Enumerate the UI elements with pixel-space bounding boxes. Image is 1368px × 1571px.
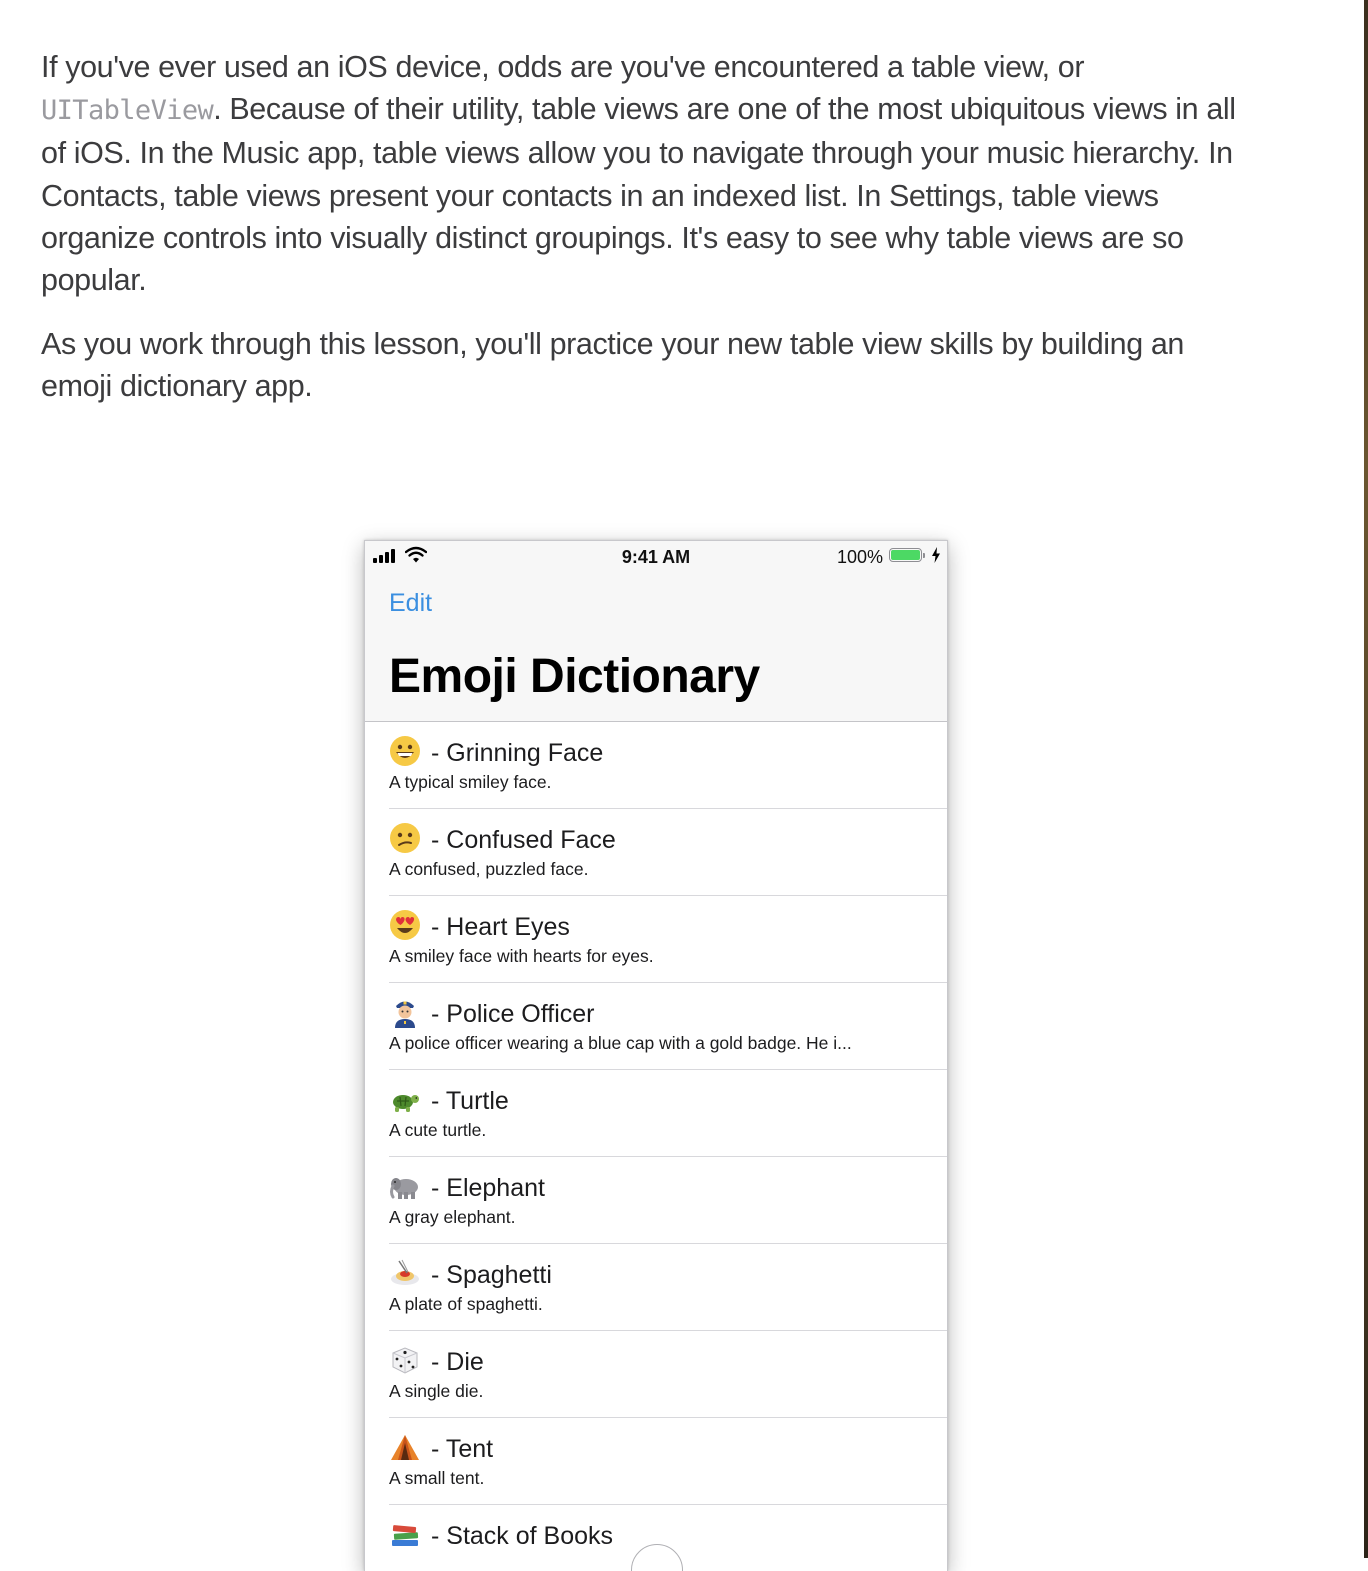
table-row[interactable]: - Spaghetti A plate of spaghetti. — [389, 1244, 947, 1331]
uitableview-code: UITableView — [41, 95, 214, 127]
heart-eyes-icon — [390, 910, 420, 940]
table-row[interactable]: - Turtle A cute turtle. — [389, 1070, 947, 1157]
intro-text-start: If you've ever used an iOS device, odds … — [41, 50, 1085, 84]
row-subtitle: A typical smiley face. — [389, 772, 552, 792]
row-subtitle: A plate of spaghetti. — [389, 1294, 543, 1314]
row-subtitle: A small tent. — [389, 1468, 485, 1488]
nav-large-title: Emoji Dictionary — [389, 650, 760, 703]
row-title: - Die — [431, 1348, 484, 1376]
die-icon — [392, 1347, 418, 1374]
table-row[interactable]: - Grinning Face A typical smiley face. — [389, 722, 947, 809]
battery-icon — [889, 548, 925, 564]
row-title: - Turtle — [431, 1087, 509, 1115]
row-title: - Grinning Face — [431, 739, 604, 767]
edit-button[interactable]: Edit — [389, 589, 432, 618]
row-subtitle: A police officer wearing a blue cap with… — [389, 1033, 852, 1053]
row-title: - Police Officer — [431, 1000, 595, 1028]
row-title: - Tent — [431, 1435, 494, 1463]
row-subtitle: A smiley face with hearts for eyes. — [389, 946, 654, 966]
row-title: - Spaghetti — [431, 1261, 552, 1289]
tent-icon — [391, 1435, 419, 1460]
table-row[interactable]: - Confused Face A confused, puzzled face… — [389, 809, 947, 896]
police-officer-icon — [395, 1001, 415, 1028]
grinning-face-icon — [390, 736, 420, 766]
status-bar: 9:41 AM 100% — [365, 541, 947, 573]
row-subtitle: A cute turtle. — [389, 1120, 487, 1140]
confused-face-icon — [390, 823, 420, 853]
row-subtitle: A single die. — [389, 1381, 484, 1401]
spaghetti-icon — [391, 1259, 419, 1285]
intro-text-end: . Because of their utility, table views … — [41, 92, 1236, 298]
table-row[interactable]: - Elephant A gray elephant. — [389, 1157, 947, 1244]
row-title: - Heart Eyes — [431, 913, 570, 941]
turtle-icon — [393, 1095, 419, 1112]
window-edge — [1364, 0, 1368, 1558]
article-body: If you've ever used an iOS device, odds … — [41, 46, 1246, 430]
phone-screenshot: 9:41 AM 100% Edit Emoji Dictionary - Gri… — [364, 540, 948, 1571]
lesson-paragraph: As you work through this lesson, you'll … — [41, 327, 1184, 404]
table-row[interactable]: - Police Officer A police officer wearin… — [389, 983, 947, 1070]
row-subtitle: A confused, puzzled face. — [389, 859, 589, 879]
row-title: - Stack of Books — [431, 1522, 614, 1550]
row-title: - Confused Face — [431, 826, 616, 854]
intro-paragraph: If you've ever used an iOS device, odds … — [41, 46, 1246, 301]
emoji-table-view[interactable]: - Grinning Face A typical smiley face. -… — [365, 722, 947, 1571]
battery-percentage: 100% — [836, 547, 883, 567]
row-title: - Elephant — [431, 1174, 545, 1202]
table-row[interactable]: - Die A single die. — [389, 1331, 947, 1418]
table-row[interactable]: - Heart Eyes A smiley face with hearts f… — [389, 896, 947, 983]
elephant-icon — [390, 1178, 418, 1199]
row-subtitle: A gray elephant. — [389, 1207, 516, 1227]
charging-bolt-icon — [932, 547, 940, 563]
stack-of-books-icon — [392, 1525, 419, 1546]
table-row[interactable]: - Tent A small tent. — [389, 1418, 947, 1505]
navigation-bar: 9:41 AM 100% Edit Emoji Dictionary — [365, 541, 947, 722]
